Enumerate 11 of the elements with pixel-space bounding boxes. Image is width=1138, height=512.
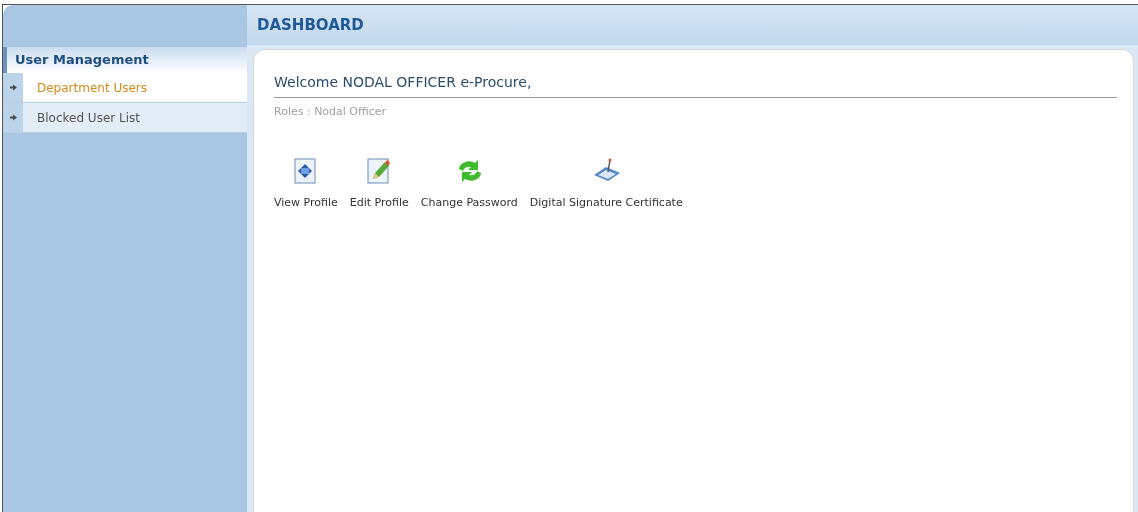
page-title: DASHBOARD — [247, 5, 1138, 45]
shortcut-link[interactable]: Change Password — [420, 156, 518, 211]
roles-text: Roles : Nodal Officer — [274, 104, 387, 120]
shortcut-link[interactable]: View Profile — [274, 156, 338, 211]
welcome-text: Welcome NODAL OFFICER e-Procure, — [274, 72, 1117, 98]
shortcut-link[interactable]: Digital Signature Certificate — [529, 156, 683, 211]
arrow-icon — [9, 114, 17, 121]
shortcut-link[interactable]: Edit Profile — [349, 156, 409, 211]
sidebar-item[interactable]: Blocked User List — [23, 103, 247, 132]
arrow-icon — [9, 84, 17, 91]
sidebar-heading: User Management — [3, 47, 247, 73]
